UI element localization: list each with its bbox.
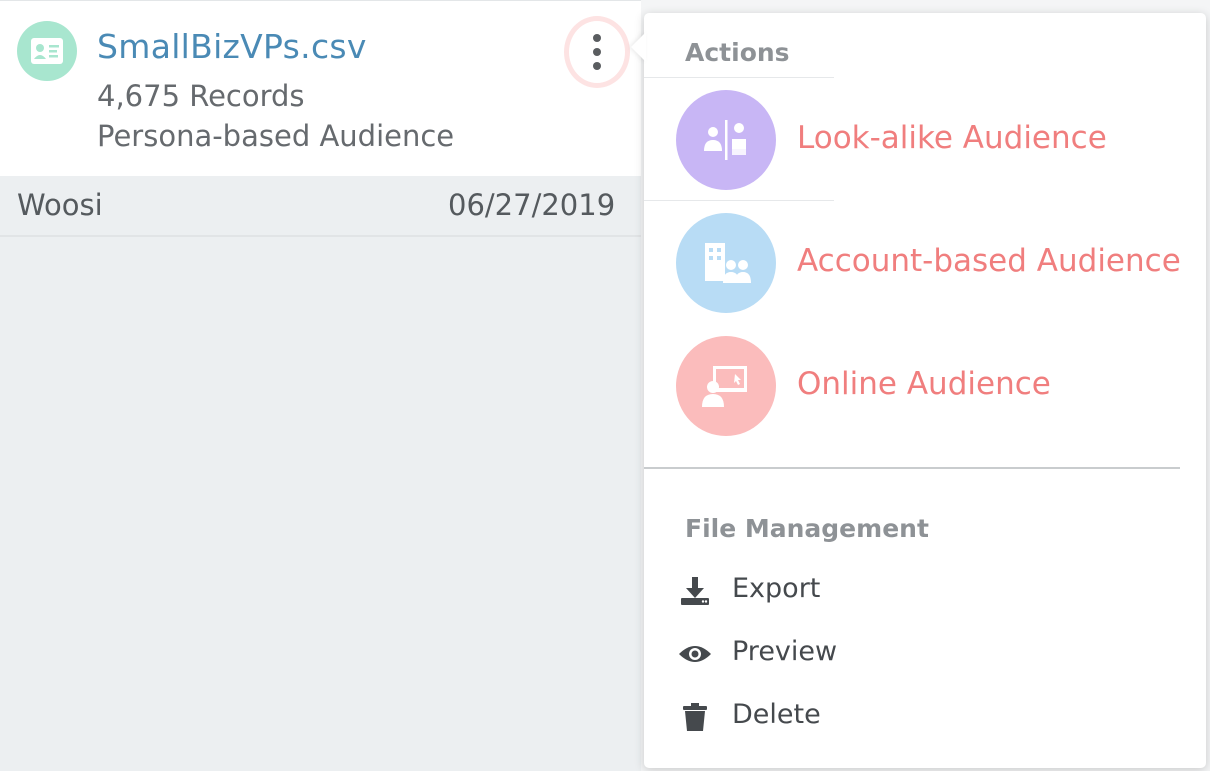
contact-card-icon [31, 38, 63, 64]
kebab-dot-icon [593, 48, 601, 56]
delete-menu-item[interactable]: Delete [678, 696, 1158, 736]
lookalike-audience-label: Look-alike Audience [797, 120, 1107, 156]
actions-separator [644, 77, 834, 78]
online-monitor-icon [676, 336, 776, 436]
online-audience-item[interactable]: Online Audience [676, 336, 1196, 436]
kebab-dot-icon [593, 62, 601, 70]
more-options-button[interactable] [564, 16, 630, 88]
delete-label: Delete [732, 699, 821, 730]
lookalike-audience-item[interactable]: Look-alike Audience [676, 90, 1196, 190]
action-separator [644, 200, 834, 201]
export-label: Export [732, 573, 821, 604]
trash-icon [678, 700, 712, 734]
file-avatar [17, 21, 77, 81]
file-name-link[interactable]: SmallBizVPs.csv [97, 27, 367, 66]
file-audience-type: Persona-based Audience [97, 119, 455, 153]
online-audience-label: Online Audience [797, 366, 1051, 402]
eye-icon [678, 637, 712, 671]
file-owner: Woosi [17, 188, 103, 222]
account-based-audience-label: Account-based Audience [797, 243, 1181, 279]
account-based-audience-item[interactable]: Account-based Audience [676, 213, 1196, 313]
file-date: 06/27/2019 [448, 188, 616, 222]
menu-divider [644, 467, 1180, 469]
preview-label: Preview [732, 636, 838, 667]
building-people-icon [676, 213, 776, 313]
popover-arrow [631, 32, 646, 62]
export-menu-item[interactable]: Export [678, 570, 1158, 610]
download-icon [678, 574, 712, 608]
actions-section-label: Actions [685, 38, 790, 67]
file-management-section-label: File Management [685, 514, 929, 543]
kebab-dot-icon [593, 34, 601, 42]
preview-menu-item[interactable]: Preview [678, 633, 1158, 673]
lookalike-icon [676, 90, 776, 190]
file-record-count: 4,675 Records [97, 79, 305, 113]
